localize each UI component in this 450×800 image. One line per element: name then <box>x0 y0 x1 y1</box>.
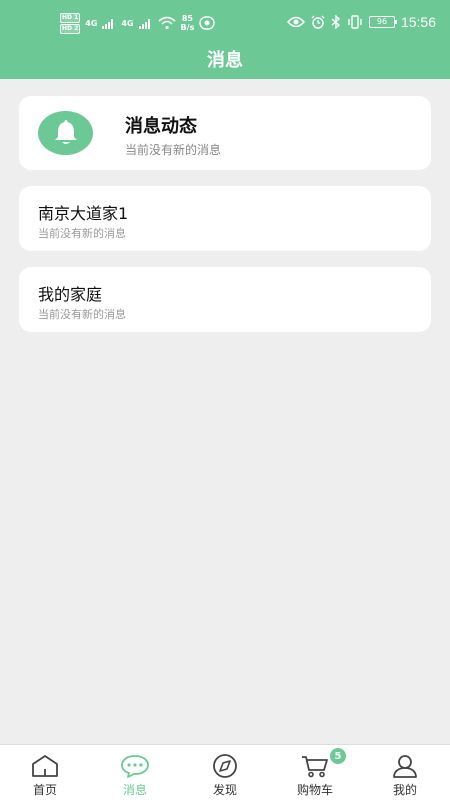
tab-discover[interactable]: 发现 <box>180 745 270 800</box>
conversation-title: 南京大道家1 <box>38 204 129 223</box>
notice-title: 消息动态 <box>125 116 197 137</box>
tab-home-label: 首页 <box>32 783 57 797</box>
speed-unit: B/s <box>180 23 195 32</box>
compass-icon <box>213 754 237 778</box>
sim1-label: HD 1 <box>60 12 81 23</box>
cart-badge: 5 <box>330 748 346 764</box>
notice-card[interactable]: 消息动态 当前没有新的消息 <box>19 96 431 170</box>
network2-label: 4G <box>121 18 134 28</box>
status-bar: HD 1 HD 2 4G 4G 85 B/s 96 15:56 <box>0 0 450 44</box>
battery-indicator: 96 <box>368 16 397 28</box>
signal1-icon <box>102 19 114 29</box>
tab-messages[interactable]: 消息 <box>90 745 180 800</box>
notice-subtitle: 当前没有新的消息 <box>125 143 222 157</box>
chat-icon <box>121 755 149 778</box>
status-left: HD 1 HD 2 4G 4G 85 B/s <box>60 11 216 35</box>
bell-icon <box>38 111 93 155</box>
wifi-icon <box>158 16 176 30</box>
conversation-title: 我的家庭 <box>38 285 103 304</box>
alarm-icon <box>311 15 325 29</box>
conversation-item[interactable]: 南京大道家1 当前没有新的消息 <box>19 186 431 251</box>
status-right: 96 15:56 <box>286 12 436 32</box>
bottom-tab-bar: 首页 消息 发现 5 购物车 我的 <box>0 744 450 800</box>
header-bar: HD 1 HD 2 4G 4G 85 B/s 96 15:56 消息 <box>0 0 450 79</box>
speed-value: 85 <box>181 14 193 23</box>
conversation-item[interactable]: 我的家庭 当前没有新的消息 <box>19 267 431 332</box>
tab-cart[interactable]: 5 购物车 <box>270 745 360 800</box>
eye-icon <box>286 16 305 28</box>
tab-cart-label: 购物车 <box>296 783 333 797</box>
sim-indicators: HD 1 HD 2 <box>60 12 81 34</box>
tab-profile-label: 我的 <box>392 783 417 797</box>
tab-home[interactable]: 首页 <box>0 745 90 800</box>
cart-icon <box>302 756 328 778</box>
tab-profile[interactable]: 我的 <box>360 745 450 800</box>
bluetooth-icon <box>331 15 340 29</box>
app-notification-icon <box>199 16 216 30</box>
tab-discover-label: 发现 <box>212 783 237 797</box>
network1-label: 4G <box>85 18 98 28</box>
tab-messages-label: 消息 <box>122 783 147 797</box>
signal2-icon <box>138 19 150 29</box>
network-speed: 85 B/s <box>181 14 195 32</box>
home-icon <box>32 755 58 777</box>
status-time: 15:56 <box>400 14 436 30</box>
conversation-subtitle: 当前没有新的消息 <box>38 227 126 240</box>
user-icon <box>393 755 417 778</box>
page-title: 消息 <box>207 50 243 71</box>
sim2-label: HD 2 <box>60 23 81 34</box>
conversation-subtitle: 当前没有新的消息 <box>38 308 126 321</box>
vibrate-icon <box>348 15 362 29</box>
